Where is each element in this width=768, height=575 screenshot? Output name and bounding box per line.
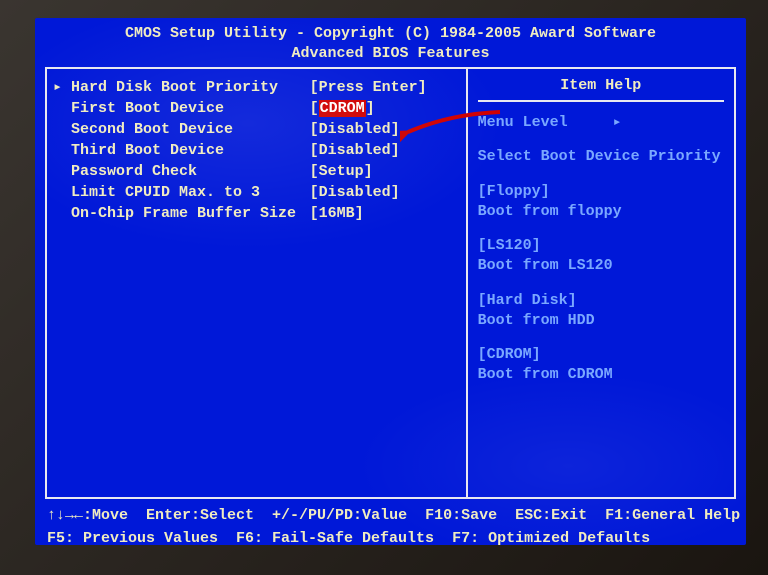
setting-row[interactable]: ▸ Hard Disk Boot Priority[Press Enter] <box>53 77 460 98</box>
setting-indent <box>53 119 71 140</box>
help-option-desc: Boot from floppy <box>478 202 724 222</box>
settings-panel: ▸ Hard Disk Boot Priority[Press Enter] F… <box>45 67 467 499</box>
monitor-frame: CMOS Setup Utility - Copyright (C) 1984-… <box>0 0 768 575</box>
setting-indent <box>53 98 71 119</box>
setting-value[interactable]: [Disabled] <box>310 182 460 203</box>
main-area: ▸ Hard Disk Boot Priority[Press Enter] F… <box>35 67 746 499</box>
help-option: [Floppy]Boot from floppy <box>478 182 724 223</box>
help-option-desc: Boot from CDROM <box>478 365 724 385</box>
setting-value[interactable]: [Disabled] <box>310 140 460 161</box>
help-option: [CDROM]Boot from CDROM <box>478 345 724 386</box>
help-option-desc: Boot from HDD <box>478 311 724 331</box>
hint-general-help: F1:General Help <box>605 505 740 528</box>
hint-failsafe: F6: Fail-Safe Defaults <box>236 528 434 546</box>
setting-label: On-Chip Frame Buffer Size <box>71 203 310 224</box>
hint-exit: ESC:Exit <box>515 505 587 528</box>
setting-value[interactable]: [16MB] <box>310 203 460 224</box>
setting-row[interactable]: On-Chip Frame Buffer Size[16MB] <box>53 203 460 224</box>
setting-row[interactable]: Second Boot Device[Disabled] <box>53 119 460 140</box>
help-option-desc: Boot from LS120 <box>478 256 724 276</box>
help-option-name: [CDROM] <box>478 345 724 365</box>
setting-label: First Boot Device <box>71 98 310 119</box>
hint-value: +/-/PU/PD:Value <box>272 505 407 528</box>
bios-screen: CMOS Setup Utility - Copyright (C) 1984-… <box>35 18 746 545</box>
setting-row[interactable]: Limit CPUID Max. to 3[Disabled] <box>53 182 460 203</box>
hint-move: ↑↓→←:Move <box>47 505 128 528</box>
title-area: CMOS Setup Utility - Copyright (C) 1984-… <box>35 18 746 67</box>
setting-value[interactable]: [Press Enter] <box>310 77 460 98</box>
setting-indent <box>53 140 71 161</box>
setting-label: Third Boot Device <box>71 140 310 161</box>
setting-value[interactable]: [Disabled] <box>310 119 460 140</box>
title-line-2: Advanced BIOS Features <box>35 44 746 64</box>
help-option-name: [LS120] <box>478 236 724 256</box>
title-line-1: CMOS Setup Utility - Copyright (C) 1984-… <box>35 24 746 44</box>
setting-value[interactable]: [CDROM] <box>310 98 460 119</box>
help-option-name: [Floppy] <box>478 182 724 202</box>
setting-row[interactable]: Third Boot Device[Disabled] <box>53 140 460 161</box>
help-description: Select Boot Device Priority <box>478 147 724 167</box>
setting-label: Second Boot Device <box>71 119 310 140</box>
hint-select: Enter:Select <box>146 505 254 528</box>
hint-optimized: F7: Optimized Defaults <box>452 528 650 546</box>
selected-value[interactable]: CDROM <box>319 100 366 117</box>
setting-indent <box>53 182 71 203</box>
setting-row[interactable]: Password Check[Setup] <box>53 161 460 182</box>
help-option: [Hard Disk]Boot from HDD <box>478 291 724 332</box>
hint-previous: F5: Previous Values <box>47 528 218 546</box>
setting-label: Password Check <box>71 161 310 182</box>
submenu-arrow-icon: ▸ <box>53 77 71 98</box>
hint-save: F10:Save <box>425 505 497 528</box>
setting-value[interactable]: [Setup] <box>310 161 460 182</box>
setting-indent <box>53 203 71 224</box>
help-title: Item Help <box>478 77 724 102</box>
setting-row[interactable]: First Boot Device[CDROM] <box>53 98 460 119</box>
setting-indent <box>53 161 71 182</box>
menu-level-label: Menu Level <box>478 114 568 131</box>
chevron-right-icon: ▸ <box>613 114 622 131</box>
footer: ↑↓→←:Move Enter:Select +/-/PU/PD:Value F… <box>35 499 746 545</box>
setting-label: Hard Disk Boot Priority <box>71 77 310 98</box>
footer-row-2: F5: Previous Values F6: Fail-Safe Defaul… <box>47 528 734 546</box>
setting-label: Limit CPUID Max. to 3 <box>71 182 310 203</box>
help-option: [LS120]Boot from LS120 <box>478 236 724 277</box>
help-panel: Item Help Menu Level ▸ Select Boot Devic… <box>467 67 736 499</box>
footer-row-1: ↑↓→←:Move Enter:Select +/-/PU/PD:Value F… <box>47 505 734 528</box>
help-option-name: [Hard Disk] <box>478 291 724 311</box>
